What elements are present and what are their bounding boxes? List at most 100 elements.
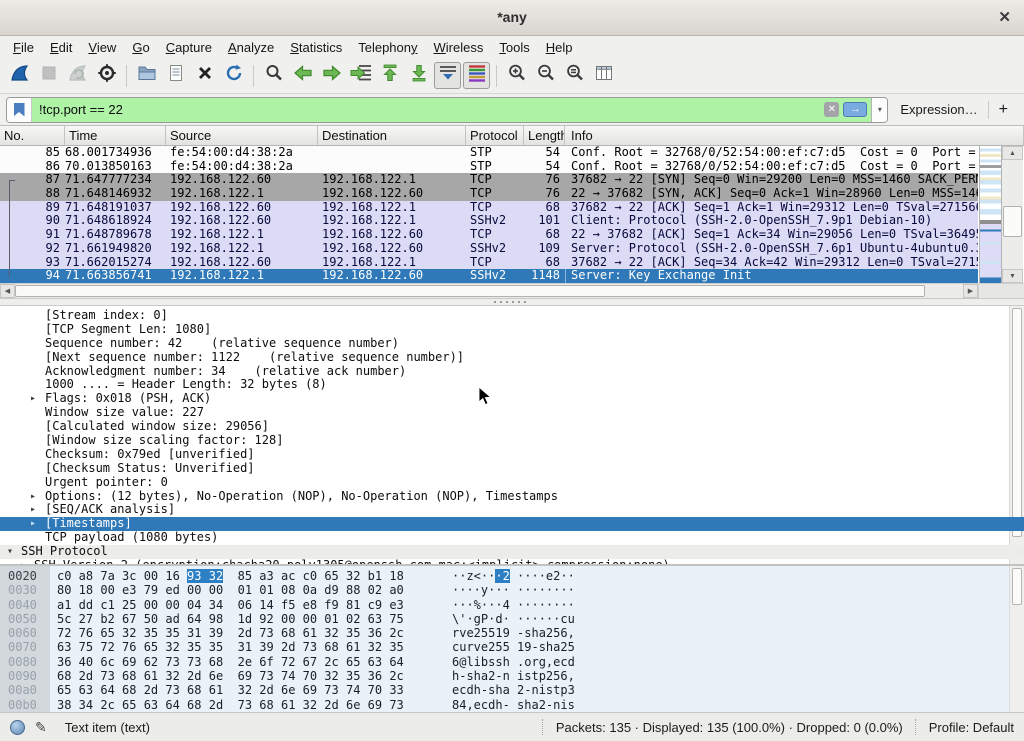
menu-capture[interactable]: Capture [158,38,220,57]
column-header-no[interactable]: No. [0,126,65,145]
intelligent-scrollbar[interactable] [979,146,1002,283]
packet-row[interactable]: 8670.013850163fe:54:00:d4:38:2aSTP54Conf… [0,160,978,174]
packet-row[interactable]: 8971.648191037192.168.122.60192.168.122.… [0,201,978,215]
capture-options-button[interactable] [93,62,120,89]
hex-row[interactable]: 009068 2d 73 68 61 32 2d 6e 69 73 74 70 … [0,669,1024,683]
horizontal-scroll-thumb[interactable] [15,285,925,297]
packet-row[interactable]: 8771.647777234192.168.122.60192.168.122.… [0,173,978,187]
open-file-button[interactable] [133,62,160,89]
menu-telephony[interactable]: Telephony [350,38,425,57]
expert-info-icon[interactable] [10,720,25,735]
column-header-info[interactable]: Info [565,126,1024,145]
pane-splitter-top[interactable] [0,298,1024,306]
hex-row[interactable]: 008036 40 6c 69 62 73 73 68 2e 6f 72 67 … [0,655,1024,669]
packet-row[interactable]: 8568.001734936fe:54:00:d4:38:2aSTP54Conf… [0,146,978,160]
detail-line[interactable]: Urgent pointer: 0 [0,476,1024,490]
detail-line[interactable]: [Stream index: 0] [0,309,1024,323]
stop-capture-button[interactable] [35,62,62,89]
scroll-left-icon[interactable]: ◀ [0,284,15,298]
vertical-scroll-thumb[interactable] [1003,206,1022,237]
column-header-length[interactable]: Length [524,126,565,145]
collapsed-icon[interactable]: ▸ [30,517,36,531]
close-file-button[interactable] [191,62,218,89]
capture-comment-icon[interactable]: ✎ [35,719,47,736]
restart-capture-button[interactable] [64,62,91,89]
packet-row[interactable]: 8871.648146932192.168.122.1192.168.122.6… [0,187,978,201]
detail-line[interactable]: [Checksum Status: Unverified] [0,462,1024,476]
menu-go[interactable]: Go [124,38,157,57]
packet-row[interactable]: 9471.663856741192.168.122.1192.168.122.6… [0,269,978,283]
detail-line[interactable]: Checksum: 0x79ed [unverified] [0,448,1024,462]
column-header-destination[interactable]: Destination [318,126,466,145]
detail-line[interactable]: ▾SSH Protocol [0,545,1024,559]
packet-list-vertical-scrollbar[interactable]: ▲ ▼ [1002,146,1023,283]
detail-line[interactable]: [Next sequence number: 1122 (relative se… [0,351,1024,365]
find-packet-button[interactable] [260,62,287,89]
expanded-icon[interactable]: ▾ [7,545,13,559]
auto-scroll-button[interactable] [434,62,461,89]
menu-wireless[interactable]: Wireless [426,38,492,57]
hex-row[interactable]: 007063 75 72 76 65 32 35 35 31 39 2d 73 … [0,640,1024,654]
hex-row[interactable]: 0040a1 dd c1 25 00 00 04 34 06 14 f5 e8 … [0,598,1024,612]
detail-line[interactable]: Window size value: 227 [0,406,1024,420]
filter-dropdown-icon[interactable]: ▾ [871,98,887,122]
packet-row[interactable]: 9071.648618924192.168.122.60192.168.122.… [0,214,978,228]
detail-line[interactable]: TCP payload (1080 bytes) [0,531,1024,545]
resize-columns-button[interactable] [590,62,617,89]
collapsed-icon[interactable]: ▸ [30,503,36,517]
scroll-down-icon[interactable]: ▼ [1002,269,1023,283]
detail-line[interactable]: [Window size scaling factor: 128] [0,434,1024,448]
hex-row[interactable]: 00b038 34 2c 65 63 64 68 2d 73 68 61 32 … [0,698,1024,712]
go-back-button[interactable] [289,62,316,89]
packet-list-horizontal-scrollbar[interactable]: ◀ ▶ [0,283,1024,298]
hex-row[interactable]: 00a065 63 64 68 2d 73 68 61 32 2d 6e 69 … [0,683,1024,697]
menu-view[interactable]: View [80,38,124,57]
packet-row[interactable]: 9371.662015274192.168.122.60192.168.122.… [0,256,978,270]
menu-edit[interactable]: Edit [42,38,80,57]
packet-row[interactable]: 9171.648789678192.168.122.1192.168.122.6… [0,228,978,242]
detail-line[interactable]: ▸Options: (12 bytes), No-Operation (NOP)… [0,490,1024,504]
detail-line[interactable]: ▸[Timestamps] [0,517,1024,531]
detail-line[interactable]: [TCP Segment Len: 1080] [0,323,1024,337]
menu-tools[interactable]: Tools [491,38,537,57]
go-last-button[interactable] [405,62,432,89]
zoom-in-button[interactable] [503,62,530,89]
save-file-button[interactable] [162,62,189,89]
detail-line[interactable]: ▸[SEQ/ACK analysis] [0,503,1024,517]
filter-clear-icon[interactable]: ✕ [824,102,839,117]
detail-line[interactable]: Sequence number: 42 (relative sequence n… [0,337,1024,351]
zoom-reset-button[interactable] [561,62,588,89]
detail-line[interactable]: Acknowledgment number: 34 (relative ack … [0,365,1024,379]
reload-file-button[interactable] [220,62,247,89]
hex-row[interactable]: 00505c 27 b2 67 50 ad 64 98 1d 92 00 00 … [0,612,1024,626]
collapsed-icon[interactable]: ▸ [30,392,36,406]
zoom-out-button[interactable] [532,62,559,89]
scroll-up-icon[interactable]: ▲ [1002,146,1023,160]
start-capture-button[interactable] [6,62,33,89]
detail-line[interactable]: ▸Flags: 0x018 (PSH, ACK) [0,392,1024,406]
collapsed-icon[interactable]: ▸ [30,490,36,504]
go-forward-button[interactable] [318,62,345,89]
filter-bookmark-button[interactable] [7,98,32,122]
close-window-icon[interactable]: ✕ [998,8,1011,26]
hex-row[interactable]: 0020c0 a8 7a 3c 00 16 93 32 85 a3 ac c0 … [0,569,1024,583]
go-first-button[interactable] [376,62,403,89]
column-header-protocol[interactable]: Protocol [466,126,524,145]
menu-file[interactable]: File [5,38,42,57]
expression-button[interactable]: Expression… [888,102,987,117]
menu-help[interactable]: Help [538,38,581,57]
menu-analyze[interactable]: Analyze [220,38,282,57]
profile-status[interactable]: Profile: Default [929,720,1014,735]
horizontal-scroll-track[interactable] [15,284,963,298]
display-filter-input[interactable]: !tcp.port == 22 ✕ → [32,98,871,122]
column-header-time[interactable]: Time [65,126,166,145]
detail-line[interactable]: [Calculated window size: 29056] [0,420,1024,434]
add-filter-button[interactable]: + [989,101,1018,119]
go-to-packet-button[interactable] [347,62,374,89]
vertical-scroll-track[interactable] [1002,160,1023,269]
hex-row[interactable]: 006072 76 65 32 35 35 31 39 2d 73 68 61 … [0,626,1024,640]
filter-apply-icon[interactable]: → [843,102,867,117]
menu-statistics[interactable]: Statistics [282,38,350,57]
packet-row[interactable]: 9271.661949820192.168.122.1192.168.122.6… [0,242,978,256]
column-header-source[interactable]: Source [166,126,318,145]
